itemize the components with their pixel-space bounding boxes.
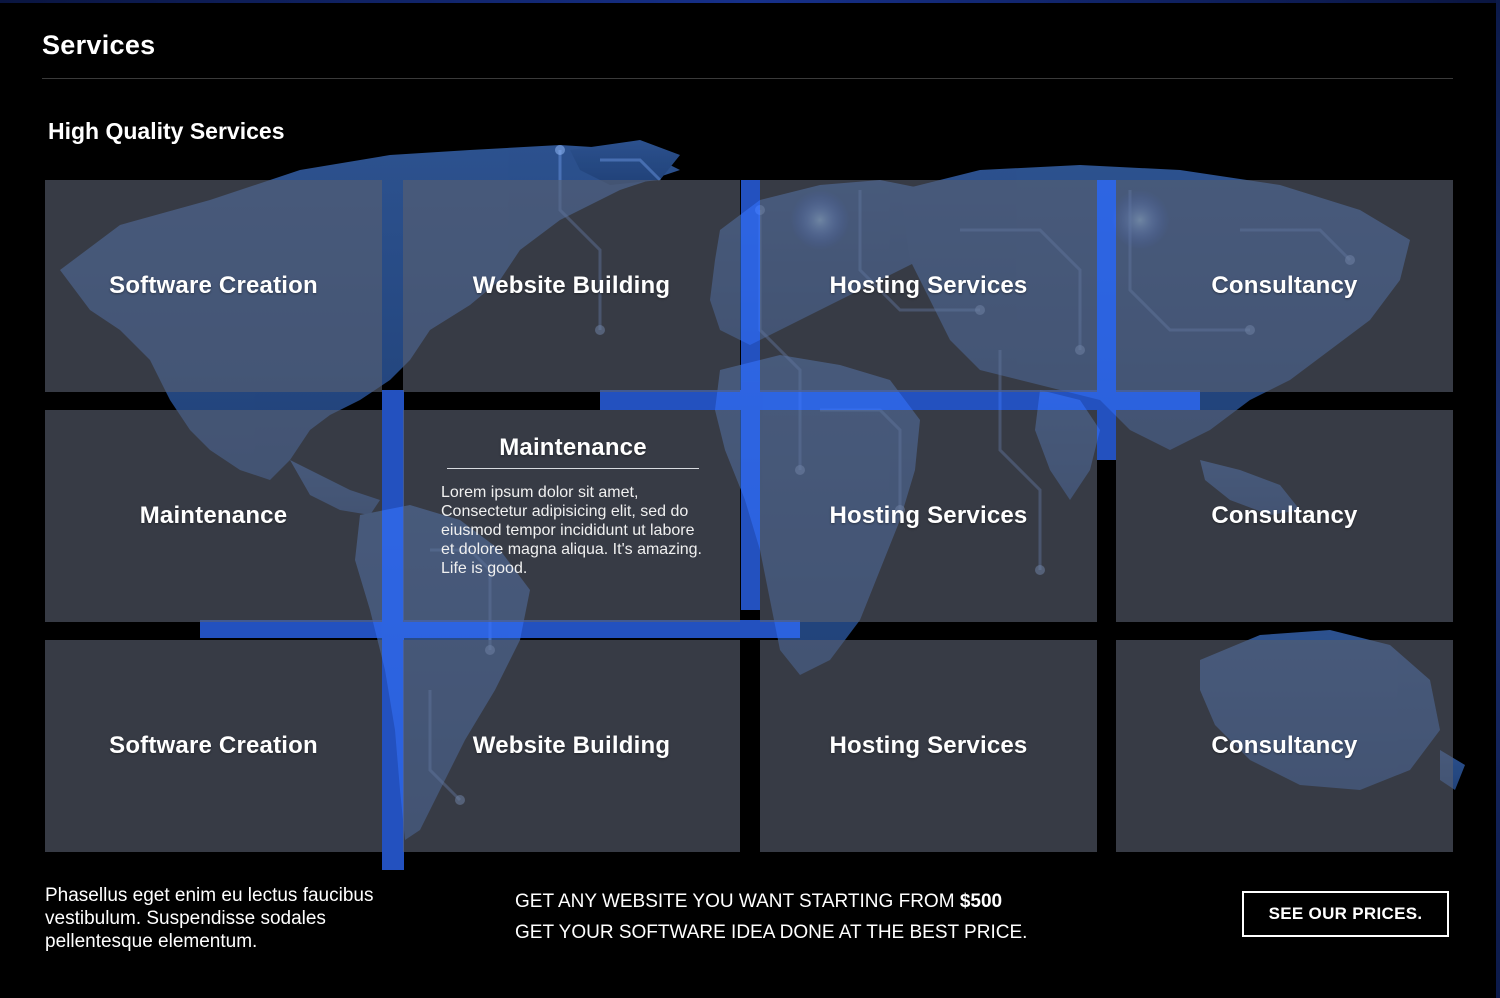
tile-label: Website Building [472, 272, 671, 299]
tile-label: Website Building [472, 732, 671, 759]
page-title: Services [42, 30, 156, 60]
tile-label: Consultancy [1211, 502, 1358, 529]
service-tile-software-creation[interactable]: Software Creation [45, 180, 382, 392]
service-tile-software-creation[interactable]: Software Creation [45, 640, 382, 852]
tile-label: Maintenance [447, 434, 699, 469]
see-prices-button[interactable]: SEE OUR PRICES. [1242, 891, 1449, 937]
promo-line-1: GET ANY WEBSITE YOU WANT STARTING FROM $… [515, 886, 1027, 917]
tile-label: Software Creation [109, 272, 318, 299]
service-tile-hosting-services[interactable]: Hosting Services [760, 180, 1097, 392]
promo-line-1-text: GET ANY WEBSITE YOU WANT STARTING FROM [515, 891, 960, 912]
tile-label: Consultancy [1211, 272, 1358, 299]
tile-label: Hosting Services [829, 732, 1028, 759]
service-tile-hosting-services[interactable]: Hosting Services [760, 640, 1097, 852]
service-tile-maintenance-expanded[interactable]: Maintenance Lorem ipsum dolor sit amet, … [403, 410, 740, 622]
tile-label: Software Creation [109, 732, 318, 759]
promo-price: $500 [959, 891, 1003, 912]
title-divider [42, 78, 1453, 79]
service-tile-consultancy[interactable]: Consultancy [1116, 180, 1453, 392]
tile-label: Consultancy [1211, 732, 1358, 759]
service-tile-consultancy[interactable]: Consultancy [1116, 410, 1453, 622]
service-tile-hosting-services[interactable]: Hosting Services [760, 410, 1097, 622]
tile-label: Maintenance [139, 502, 288, 529]
tile-label: Hosting Services [829, 272, 1028, 299]
footer-description: Phasellus eget enim eu lectus faucibus v… [45, 885, 374, 952]
service-tile-website-building[interactable]: Website Building [403, 180, 740, 392]
promo-line-2: GET YOUR SOFTWARE IDEA DONE AT THE BEST … [515, 922, 1028, 943]
service-tile-website-building[interactable]: Website Building [403, 640, 740, 852]
top-accent-bar [0, 0, 1500, 3]
service-tile-maintenance[interactable]: Maintenance [45, 410, 382, 622]
service-tile-consultancy[interactable]: Consultancy [1116, 640, 1453, 852]
tile-label: Hosting Services [829, 502, 1028, 529]
tile-description: Lorem ipsum dolor sit amet, Consectetur … [441, 484, 702, 577]
promo-block: GET ANY WEBSITE YOU WANT STARTING FROM $… [515, 886, 1027, 948]
